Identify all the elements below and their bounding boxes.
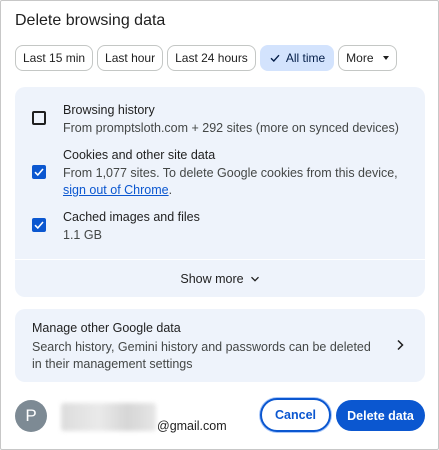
option-title: Cookies and other site data <box>63 148 216 162</box>
chip-last-15-min[interactable]: Last 15 min <box>15 45 94 71</box>
show-more-label: Show more <box>180 271 244 286</box>
chip-label: All time <box>285 51 326 65</box>
sign-out-link[interactable]: sign out of Chrome <box>63 183 169 197</box>
data-types-panel: Browsing history From promptsloth.com + … <box>15 87 425 297</box>
manage-google-data-row[interactable]: Manage other Google data Search history,… <box>15 309 425 382</box>
cancel-button[interactable]: Cancel <box>260 398 331 432</box>
dialog-title: Delete browsing data <box>15 12 166 29</box>
check-icon <box>270 54 280 63</box>
redacted-email-name <box>61 403 156 431</box>
chip-label: Last 15 min <box>23 51 86 65</box>
chip-label: Last 24 hours <box>175 51 248 65</box>
time-range-chips: Last 15 min Last hour Last 24 hours All … <box>15 45 397 71</box>
chevron-right-icon <box>397 339 404 351</box>
option-description: From 1,077 sites. To delete Google cooki… <box>63 165 413 199</box>
manage-description: Search history, Gemini history and passw… <box>32 340 371 371</box>
chip-label: More <box>346 51 374 65</box>
delete-data-button[interactable]: Delete data <box>336 400 425 431</box>
manage-title: Manage other Google data <box>32 321 181 335</box>
option-description: 1.1 GB <box>63 228 102 242</box>
option-title: Cached images and files <box>63 210 200 224</box>
chip-label: Last hour <box>105 51 156 65</box>
description-text: From 1,077 sites. To delete Google cooki… <box>63 166 398 180</box>
delete-browsing-data-dialog: Delete browsing data Last 15 min Last ho… <box>0 0 439 450</box>
chip-more-dropdown[interactable]: More <box>338 45 397 71</box>
checkmark-icon <box>34 221 44 230</box>
checkmark-icon <box>34 168 44 177</box>
browsing-history-checkbox[interactable] <box>32 111 46 125</box>
caret-down-icon <box>382 56 389 60</box>
chip-last-hour[interactable]: Last hour <box>97 45 164 71</box>
description-end: . <box>168 183 173 197</box>
cached-files-checkbox[interactable] <box>32 218 46 232</box>
email-domain: @gmail.com <box>157 419 227 433</box>
dialog-footer: P @gmail.com Cancel Delete data <box>1 397 438 437</box>
avatar: P <box>15 400 47 432</box>
option-title: Browsing history <box>63 103 155 117</box>
show-more-button[interactable]: Show more <box>15 259 425 297</box>
chip-all-time[interactable]: All time <box>259 45 335 71</box>
cookies-checkbox[interactable] <box>32 165 46 179</box>
option-description: From promptsloth.com + 292 sites (more o… <box>63 121 399 135</box>
chip-last-24-hours[interactable]: Last 24 hours <box>167 45 256 71</box>
chevron-down-icon <box>250 276 259 282</box>
